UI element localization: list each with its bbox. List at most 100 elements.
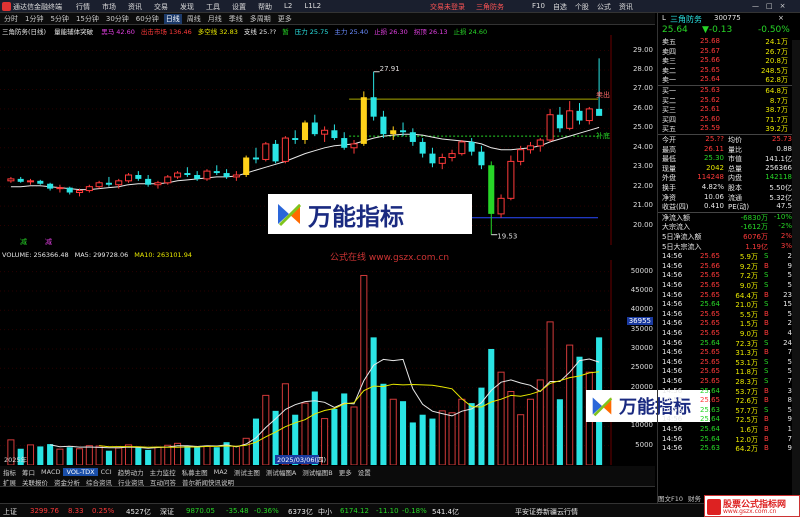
period-tab[interactable]: 多周期 — [248, 14, 273, 24]
period-tab[interactable]: 1分钟 — [23, 14, 45, 24]
indicator-tab[interactable]: MACD — [38, 468, 63, 476]
period-tab[interactable]: 更多 — [276, 14, 294, 24]
tick-vol: 1.6万 — [739, 426, 758, 434]
title-bar: 通达信金融终端 行情 市场 资讯 交易 发现 工具 设置 帮助 L2 L1L2 交易未登录 三角防… — [0, 0, 800, 13]
menu-item[interactable]: 市场 — [102, 2, 116, 12]
tick-row: 14:56 25.64 72.5万 B 9 — [658, 415, 800, 424]
quote-price-row: 25.64 ▼-0.13 -0.50% — [658, 24, 800, 36]
right-menu-item[interactable]: 个股 — [575, 2, 589, 12]
right-menu-item[interactable]: F10 — [532, 2, 545, 12]
menu-item[interactable]: L1L2 — [304, 2, 321, 12]
period-tab[interactable]: 日线 — [163, 13, 182, 24]
tick-vol: 64.4万 — [735, 291, 758, 300]
tick-vol: 5.5万 — [739, 310, 758, 319]
function-tab[interactable]: 普尔新闻快讯说明 — [179, 477, 237, 487]
period-tab[interactable]: 周线 — [185, 14, 203, 24]
period-tab[interactable]: 5分钟 — [48, 14, 70, 24]
menu-item[interactable]: 资讯 — [128, 2, 142, 12]
function-tab[interactable]: 关联报价 — [19, 477, 51, 487]
tick-side: B — [764, 319, 769, 328]
candle-body — [380, 116, 387, 135]
volume-bar — [232, 445, 240, 465]
menu-item[interactable]: 设置 — [232, 2, 246, 12]
candle-body — [390, 130, 397, 135]
maximize-icon[interactable]: □ — [766, 2, 773, 10]
menu-item[interactable]: 帮助 — [258, 2, 272, 12]
indicator-tab[interactable]: 主力监控 — [147, 467, 179, 477]
function-tab[interactable]: 综合资讯 — [83, 477, 115, 487]
candle-body — [301, 122, 309, 140]
stat-label: 总量 — [728, 164, 742, 173]
candle-body — [536, 139, 544, 147]
candle-body — [66, 187, 73, 193]
indicator-tab[interactable]: 测试幅图B — [299, 467, 335, 477]
indicator-tab[interactable]: 更多 — [336, 467, 355, 477]
jian-label: 减 — [20, 237, 27, 245]
indicator-tab[interactable]: VOL-TDX — [63, 467, 98, 476]
indicator-tab[interactable]: 指标 — [0, 467, 19, 477]
function-tab[interactable]: 互动问答 — [147, 477, 179, 487]
stat-value: 25.?? — [705, 135, 724, 143]
volume-bar — [184, 445, 191, 465]
indicator-tab[interactable]: CCI — [98, 468, 115, 476]
tick-price: 25.65 — [699, 348, 720, 357]
period-tab[interactable]: 季线 — [227, 14, 245, 24]
period-tab[interactable]: 分时 — [2, 14, 20, 24]
volume-chart[interactable]: 2025/03/06(四) 2025年 — [0, 260, 612, 465]
candle-body — [409, 132, 416, 142]
candle-body — [252, 157, 260, 160]
period-tab[interactable]: 30分钟 — [104, 14, 131, 24]
volume-bar — [154, 446, 162, 465]
menu-item[interactable]: 工具 — [206, 2, 220, 12]
menu-item[interactable]: 发现 — [180, 2, 194, 12]
menu-item[interactable]: 行情 — [76, 2, 90, 12]
tick-row: 14:56 25.65 31.3万 B 7 — [658, 348, 800, 357]
volume-bar — [145, 449, 152, 465]
period-tab[interactable]: 月线 — [206, 14, 224, 24]
ask-label: 卖一 — [662, 76, 676, 85]
quote-bottom-tab[interactable]: 财务 — [688, 495, 701, 503]
right-menu-item[interactable]: 资讯 — [619, 2, 633, 12]
quote-bottom-tab[interactable]: 图文F10 — [658, 495, 683, 503]
minimize-icon[interactable]: — — [752, 2, 759, 10]
indicator-tab[interactable]: 测试主图 — [231, 467, 263, 477]
ask-price: 25.64 — [699, 75, 720, 84]
tick-vol: 28.3万 — [735, 378, 758, 386]
indicator-tab[interactable]: 趋势动力 — [115, 467, 147, 477]
function-tab[interactable]: 扩展 — [0, 477, 19, 487]
close-icon[interactable]: × — [778, 14, 784, 22]
indicator-tab[interactable]: 筹口 — [19, 467, 38, 477]
menu-item[interactable]: 交易 — [154, 2, 168, 12]
tick-row: 14:56 25.65 53.1万 S 5 — [658, 358, 800, 367]
menu-item[interactable]: L2 — [284, 2, 292, 12]
indicator-tab[interactable]: 测试幅图A — [263, 467, 299, 477]
stat-value: 4.82% — [701, 183, 724, 191]
volume-bar — [85, 445, 93, 465]
right-scrollbar[interactable] — [792, 40, 800, 503]
function-tab[interactable]: 行业资讯 — [115, 477, 147, 487]
indicator-tab[interactable]: MA2 — [211, 468, 231, 476]
period-tab[interactable]: 60分钟 — [134, 14, 161, 24]
right-menu-item[interactable]: 自选 — [553, 2, 567, 12]
status-item: 9870.05 — [186, 507, 215, 515]
price-axis-label: 28.00 — [632, 65, 653, 73]
flow-row: 5日大宗流入 1.19亿 3% — [658, 242, 800, 251]
buy-label: 补底 — [596, 131, 610, 140]
ask-row: 卖四 25.67 26.7万 — [658, 47, 800, 56]
trade-login-button[interactable]: 交易未登录 — [430, 2, 465, 12]
close-icon[interactable]: × — [780, 2, 786, 10]
indicator-tab[interactable]: 私募主图 — [179, 467, 211, 477]
stock-name-header[interactable]: 三角防务 — [476, 2, 504, 12]
tick-row: 14:56 25.64 1.6万 B 1 — [658, 425, 800, 434]
tick-row: 14:56 25.65 72.6万 B 8 — [658, 396, 800, 405]
status-bar: 上证 3299.76 8.33 0.25% 4527亿 深证 9870.05 -35.48 -0… — [0, 503, 800, 517]
candle-body — [370, 97, 377, 117]
period-tab[interactable]: 15分钟 — [74, 14, 101, 24]
candle-body — [272, 143, 279, 162]
status-item: 上证 — [3, 508, 17, 516]
indicator-tab[interactable]: 设置 — [355, 467, 374, 477]
stat-value: 25.30 — [703, 154, 724, 163]
right-menu-item[interactable]: 公式 — [597, 2, 611, 12]
watermark-logo-1: 万能指标 — [268, 194, 472, 234]
function-tab[interactable]: 资金分析 — [51, 477, 83, 487]
